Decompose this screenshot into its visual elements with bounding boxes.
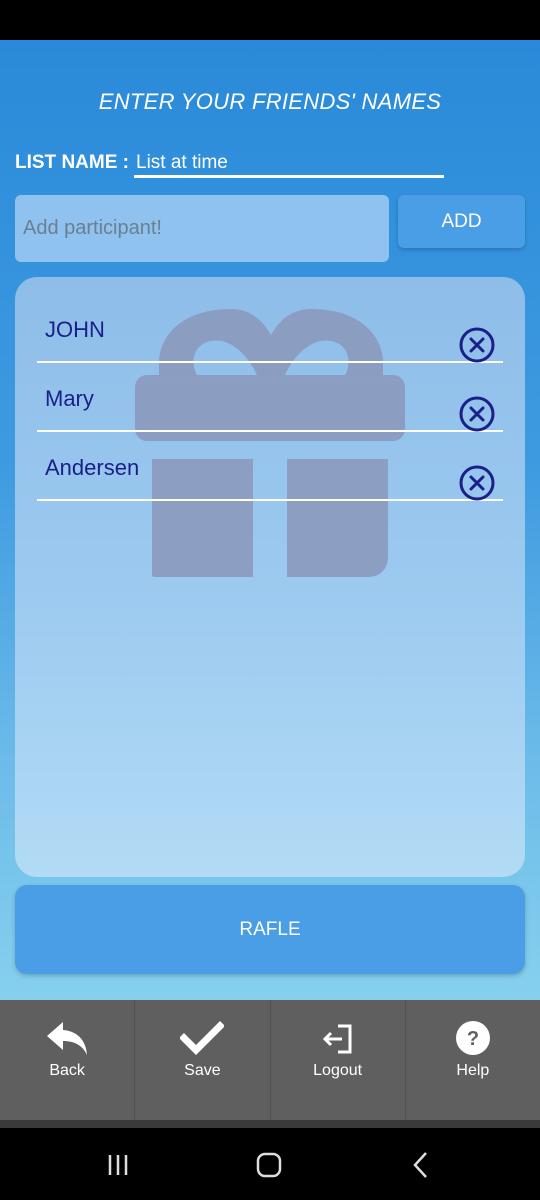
bottom-nav: Back Save Logout ? Help	[0, 1000, 540, 1120]
remove-circle-x-icon[interactable]	[459, 396, 495, 432]
app-screen: ENTER YOUR FRIENDS' NAMES LIST NAME : AD…	[0, 40, 540, 1000]
rafle-button[interactable]: RAFLE	[15, 885, 525, 974]
nav-label: Save	[184, 1062, 221, 1079]
svg-text:?: ?	[467, 1028, 479, 1050]
recent-apps-icon[interactable]	[98, 1148, 138, 1182]
participant-name: Mary	[45, 386, 94, 411]
checkmark-icon	[180, 1021, 225, 1055]
system-nav-bar	[0, 1128, 540, 1200]
home-icon[interactable]	[249, 1148, 289, 1182]
participants-panel: JOHN Mary Andersen	[15, 277, 525, 877]
nav-back-button[interactable]: Back	[0, 1000, 136, 1120]
remove-circle-x-icon[interactable]	[459, 465, 495, 501]
participant-name: JOHN	[45, 317, 105, 342]
list-name-label: LIST NAME :	[15, 152, 129, 173]
divider	[0, 1120, 540, 1128]
list-item: Mary	[37, 362, 503, 432]
list-name-input[interactable]	[134, 150, 444, 178]
list-item: Andersen	[37, 431, 503, 501]
participant-name: Andersen	[45, 455, 140, 480]
remove-circle-x-icon[interactable]	[459, 327, 495, 363]
nav-label: Back	[49, 1062, 85, 1079]
add-participant-input[interactable]	[15, 195, 389, 262]
nav-help-button[interactable]: ? Help	[406, 1000, 540, 1120]
back-arrow-icon	[47, 1022, 88, 1055]
logout-icon	[322, 1024, 352, 1054]
nav-label: Help	[456, 1062, 490, 1079]
status-bar	[0, 0, 540, 40]
nav-save-button[interactable]: Save	[135, 1000, 271, 1120]
nav-label: Logout	[313, 1062, 363, 1079]
list-item: JOHN	[37, 293, 503, 363]
system-back-icon[interactable]	[401, 1148, 441, 1182]
nav-logout-button[interactable]: Logout	[271, 1000, 406, 1120]
help-icon: ?	[455, 1021, 490, 1055]
add-button[interactable]: ADD	[398, 195, 525, 248]
page-title: ENTER YOUR FRIENDS' NAMES	[98, 89, 442, 114]
